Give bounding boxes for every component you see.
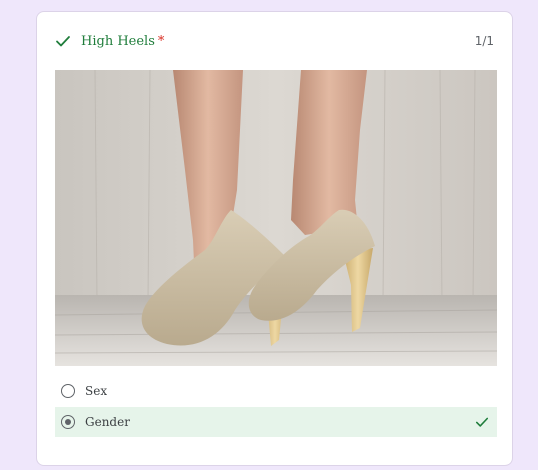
option-label: Sex — [85, 384, 108, 398]
question-score: 1/1 — [474, 34, 494, 48]
option-gender[interactable]: Gender — [55, 407, 497, 437]
check-icon — [56, 36, 70, 47]
option-label: Gender — [85, 415, 130, 429]
required-marker: * — [157, 33, 165, 49]
radio-button-selected[interactable] — [61, 415, 75, 429]
question-header: High Heels * 1/1 — [55, 30, 494, 52]
radio-button[interactable] — [61, 384, 75, 398]
question-title: High Heels — [81, 33, 155, 49]
question-card: High Heels * 1/1 Sex Gender — [36, 11, 513, 466]
question-image — [55, 70, 497, 366]
check-icon — [475, 417, 489, 427]
option-sex[interactable]: Sex — [55, 376, 497, 406]
